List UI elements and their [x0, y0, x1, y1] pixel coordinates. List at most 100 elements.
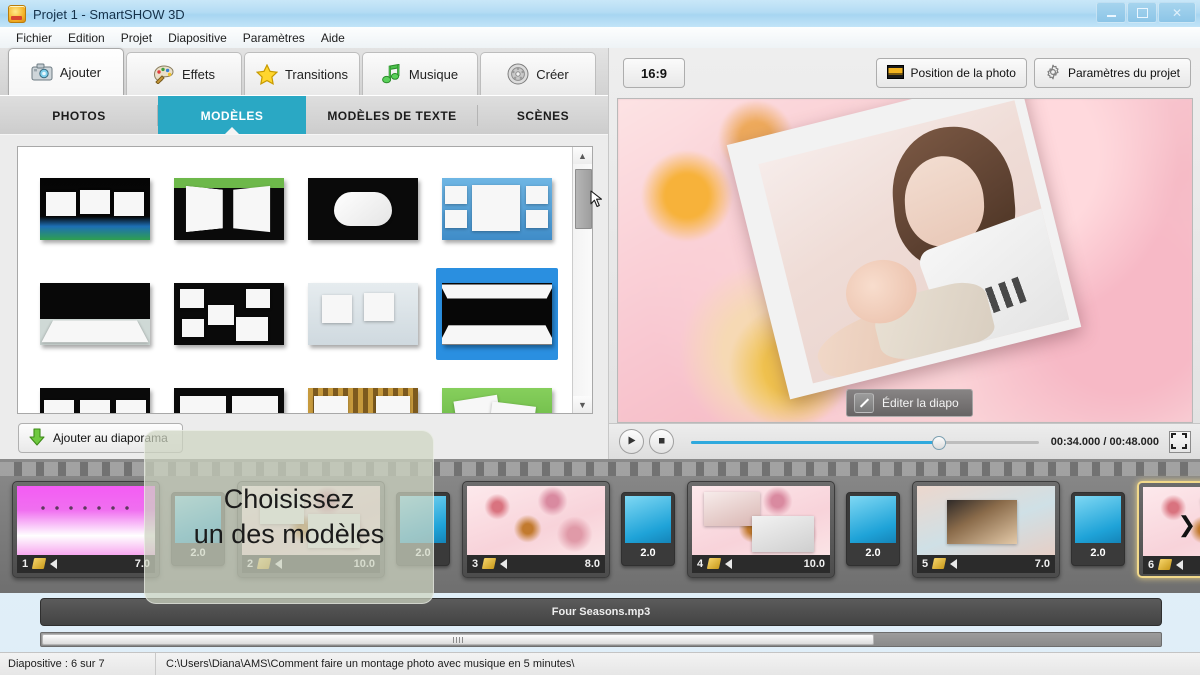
edit-slide-button[interactable]: Éditer la diapo — [846, 389, 973, 417]
template-item[interactable] — [168, 163, 290, 255]
pencil-icon[interactable] — [31, 558, 47, 569]
slide-info-bar: 5 7.0 — [917, 554, 1055, 573]
subtab-scenes[interactable]: SCÈNES — [478, 96, 608, 135]
window-title: Projet 1 - SmartSHOW 3D — [33, 6, 185, 22]
template-thumb — [40, 178, 150, 240]
menu-diapositive[interactable]: Diapositive — [160, 29, 235, 47]
template-item[interactable] — [168, 373, 290, 413]
scrollbar-grip — [453, 637, 463, 643]
tab-effets[interactable]: Effets — [126, 52, 242, 95]
preview-stage[interactable]: Éditer la diapo — [617, 98, 1193, 423]
seek-slider[interactable] — [691, 435, 1039, 450]
slide-number: 1 — [22, 557, 29, 570]
template-thumb — [442, 283, 552, 345]
template-item-selected[interactable] — [436, 268, 558, 360]
title-bar-left: Projet 1 - SmartSHOW 3D — [8, 5, 185, 23]
template-grid — [18, 147, 574, 413]
template-item[interactable] — [436, 163, 558, 255]
timeline-horizontal-scrollbar[interactable] — [40, 632, 1162, 647]
menu-aide[interactable]: Aide — [313, 29, 353, 47]
slide-info-bar: 1 7.0 — [17, 554, 155, 573]
template-item[interactable] — [302, 268, 424, 360]
slide-info-bar: 6 — [1143, 555, 1200, 574]
window-controls: ✕ — [1095, 2, 1196, 23]
menu-projet[interactable]: Projet — [113, 29, 160, 47]
project-settings-button[interactable]: Paramètres du projet — [1033, 58, 1191, 88]
template-item[interactable] — [302, 163, 424, 255]
hint-line-2: un des modèles — [193, 519, 385, 549]
subtab-modeles-de-texte-label: MODÈLES DE TEXTE — [327, 108, 457, 123]
fullscreen-button[interactable] — [1169, 430, 1191, 453]
menu-parametres[interactable]: Paramètres — [235, 29, 313, 47]
chevron-right-icon[interactable]: ❯ — [1178, 514, 1196, 536]
aspect-ratio-button[interactable]: 16:9 — [623, 58, 685, 88]
template-list[interactable]: ▲ ▼ — [17, 146, 593, 414]
subtab-modeles-de-texte[interactable]: MODÈLES DE TEXTE — [306, 96, 478, 135]
pencil-icon[interactable] — [1157, 559, 1173, 570]
template-thumb — [174, 178, 284, 240]
music-note-icon — [382, 63, 402, 85]
speaker-icon[interactable] — [500, 558, 508, 569]
timeline-transition-4[interactable]: 2.0 — [846, 492, 900, 566]
download-arrow-icon — [27, 427, 47, 450]
timeline-slide-1[interactable]: 1 7.0 — [12, 480, 160, 578]
slide-duration: 8.0 — [584, 557, 600, 570]
menu-fichier[interactable]: Fichier — [8, 29, 60, 47]
stop-button[interactable] — [649, 429, 674, 454]
slide-thumbnail — [467, 485, 605, 555]
timeline-slide-5[interactable]: 5 7.0 — [912, 480, 1060, 578]
playback-bar: 00:34.000 / 00:48.000 — [609, 423, 1200, 459]
tab-transitions-label: Transitions — [284, 66, 349, 82]
preview-toolbar: 16:9 Position de la photo Paramètres du … — [609, 48, 1200, 98]
template-thumb — [308, 178, 418, 240]
timeline-slide-3[interactable]: 3 8.0 — [462, 480, 610, 578]
template-item[interactable] — [34, 163, 156, 255]
subtab-photos-label: PHOTOS — [52, 108, 106, 123]
title-bar: Projet 1 - SmartSHOW 3D ✕ — [0, 0, 1200, 28]
music-track-name: Four Seasons.mp3 — [551, 606, 651, 618]
subtab-modeles[interactable]: MODÈLES — [158, 96, 306, 136]
template-item[interactable] — [34, 268, 156, 360]
smartshow-3d-window: Projet 1 - SmartSHOW 3D ✕ Fichier Editio… — [0, 0, 1200, 675]
tab-transitions[interactable]: Transitions — [244, 52, 360, 95]
sub-tab-bar: PHOTOS MODÈLES MODÈLES DE TEXTE SCÈNES — [0, 95, 608, 136]
maximize-button[interactable] — [1127, 2, 1157, 23]
pencil-icon[interactable] — [931, 558, 947, 569]
seek-knob[interactable] — [931, 435, 946, 450]
template-item[interactable] — [168, 268, 290, 360]
timeline-transition-3[interactable]: 2.0 — [621, 492, 675, 566]
camera-icon — [31, 63, 53, 81]
star-icon — [255, 63, 278, 85]
slide-number: 4 — [697, 557, 704, 570]
timeline-transition-5[interactable]: 2.0 — [1071, 492, 1125, 566]
play-button[interactable] — [619, 429, 644, 454]
timeline-slide-4[interactable]: 4 10.0 — [687, 480, 835, 578]
tab-musique[interactable]: Musique — [362, 52, 478, 95]
subtab-scenes-label: SCÈNES — [516, 108, 570, 123]
photo-position-icon — [886, 64, 904, 82]
template-item[interactable] — [34, 373, 156, 413]
scroll-down-icon[interactable]: ▼ — [573, 396, 592, 413]
scroll-up-icon[interactable]: ▲ — [573, 147, 592, 164]
menu-edition[interactable]: Edition — [60, 29, 113, 47]
close-button[interactable]: ✕ — [1158, 2, 1196, 23]
pencil-icon[interactable] — [481, 558, 497, 569]
speaker-icon[interactable] — [50, 558, 58, 569]
minimize-button[interactable] — [1096, 2, 1126, 23]
tab-ajouter[interactable]: Ajouter — [8, 48, 124, 95]
horizontal-scrollbar-thumb[interactable] — [42, 634, 874, 645]
hint-overlay: Choisissez un des modèles — [144, 430, 434, 604]
template-scrollbar[interactable]: ▲ ▼ — [572, 147, 592, 413]
speaker-icon[interactable] — [950, 558, 958, 569]
pencil-icon[interactable] — [706, 558, 722, 569]
slide-info-bar: 4 10.0 — [692, 554, 830, 573]
project-path: C:\Users\Diana\AMS\Comment faire un mont… — [155, 653, 574, 675]
subtab-photos[interactable]: PHOTOS — [0, 96, 158, 135]
speaker-icon[interactable] — [725, 558, 733, 569]
photo-position-button[interactable]: Position de la photo — [875, 58, 1027, 88]
tab-creer-label: Créer — [536, 66, 569, 82]
tab-creer[interactable]: Créer — [480, 52, 596, 95]
speaker-icon[interactable] — [1176, 559, 1184, 570]
template-item[interactable] — [302, 373, 424, 413]
template-item[interactable] — [436, 373, 558, 413]
